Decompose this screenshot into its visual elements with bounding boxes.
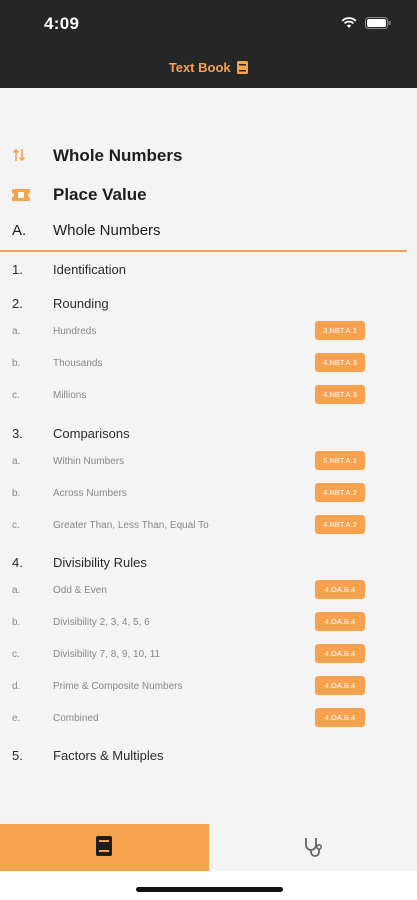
wifi-icon xyxy=(341,17,357,28)
sort-arrows-icon xyxy=(12,148,26,162)
item-label: Greater Than, Less Than, Equal To xyxy=(53,520,209,531)
status-time: 4:09 xyxy=(44,14,80,33)
list-item[interactable]: c. Greater Than, Less Than, Equal To 4.N… xyxy=(0,514,417,540)
item-label: Hundreds xyxy=(53,326,97,337)
header-place-value[interactable]: Place Value xyxy=(0,181,417,211)
item-label: Within Numbers xyxy=(53,456,125,467)
item-label: Identification xyxy=(53,262,126,277)
standard-badge[interactable]: 4.NBT.A.2 xyxy=(315,483,365,502)
item-number: 4. xyxy=(12,555,23,570)
item-label: Odd & Even xyxy=(53,585,107,596)
item-number: b. xyxy=(12,617,21,628)
list-item[interactable]: 1. Identification xyxy=(0,258,417,284)
list-item[interactable]: 2. Rounding xyxy=(0,292,417,318)
item-label: Comparisons xyxy=(53,426,130,441)
standard-badge[interactable]: 3.NBT.A.1 xyxy=(315,321,365,340)
battery-icon xyxy=(365,17,391,29)
standard-badge[interactable]: 4.NBT.A.2 xyxy=(315,515,365,534)
item-label: Thousands xyxy=(53,358,103,369)
list-item[interactable]: b. Thousands 4.NBT.A.3 xyxy=(0,352,417,378)
tab-textbook[interactable] xyxy=(0,824,209,871)
list-item[interactable]: a. Odd & Even 4.OA.B.4 xyxy=(0,579,417,605)
nav-title-text: Text Book xyxy=(168,60,231,75)
item-number: b. xyxy=(12,358,21,369)
list-item[interactable]: b. Divisibility 2, 3, 4, 5, 6 4.OA.B.4 xyxy=(0,611,417,637)
item-label: Across Numbers xyxy=(53,488,127,499)
item-number: 3. xyxy=(12,426,23,441)
item-number: d. xyxy=(12,681,21,692)
item-number: e. xyxy=(12,713,21,724)
section-letter: A. xyxy=(12,222,27,239)
content: Whole Numbers Place Value A. Whole Numbe… xyxy=(0,88,417,824)
ticket-icon xyxy=(12,189,30,201)
item-number: 2. xyxy=(12,296,23,311)
list-item[interactable]: 4. Divisibility Rules xyxy=(0,551,417,577)
tab-diagnostic[interactable] xyxy=(209,824,417,871)
list-item[interactable]: a. Hundreds 3.NBT.A.1 xyxy=(0,320,417,346)
item-number: 1. xyxy=(12,262,23,277)
list-item[interactable]: e. Combined 4.OA.B.4 xyxy=(0,707,417,733)
standard-badge[interactable]: 4.OA.B.4 xyxy=(315,644,365,663)
item-label: Rounding xyxy=(53,296,109,311)
standard-badge[interactable]: 4.NBT.A.3 xyxy=(315,385,365,404)
book-icon xyxy=(96,836,112,856)
item-label: Millions xyxy=(53,390,87,401)
nav-bar: Text Book xyxy=(0,48,417,88)
list-item[interactable]: c. Divisibility 7, 8, 9, 10, 11 4.OA.B.4 xyxy=(0,643,417,669)
header-label: Place Value xyxy=(53,185,147,204)
list-item[interactable]: 3. Comparisons xyxy=(0,422,417,448)
standard-badge[interactable]: 4.OA.B.4 xyxy=(315,676,365,695)
list-item[interactable]: a. Within Numbers 5.NBT.A.1 xyxy=(0,450,417,476)
item-number: c. xyxy=(12,649,20,660)
book-icon xyxy=(237,61,249,74)
list-item[interactable]: c. Millions 4.NBT.A.3 xyxy=(0,384,417,410)
item-number: b. xyxy=(12,488,21,499)
stethoscope-icon xyxy=(305,838,323,857)
item-number: 5. xyxy=(12,748,23,763)
standard-badge[interactable]: 4.NBT.A.3 xyxy=(315,353,365,372)
item-number: a. xyxy=(12,326,21,337)
item-label: Divisibility 2, 3, 4, 5, 6 xyxy=(53,617,150,628)
header-label: Whole Numbers xyxy=(53,146,183,165)
standard-badge[interactable]: 4.OA.B.4 xyxy=(315,708,365,727)
standard-badge[interactable]: 5.NBT.A.1 xyxy=(315,451,365,470)
item-label: Divisibility 7, 8, 9, 10, 11 xyxy=(53,649,161,660)
status-bar: 4:09 xyxy=(0,0,417,48)
item-number: c. xyxy=(12,520,20,531)
item-label: Combined xyxy=(53,713,99,724)
item-number: a. xyxy=(12,456,21,467)
section-header[interactable]: A. Whole Numbers xyxy=(0,220,407,252)
standard-badge[interactable]: 4.OA.B.4 xyxy=(315,612,365,631)
tab-bar xyxy=(0,824,417,871)
section-title: Whole Numbers xyxy=(53,222,161,239)
standard-badge[interactable]: 4.OA.B.4 xyxy=(315,580,365,599)
list-item[interactable]: b. Across Numbers 4.NBT.A.2 xyxy=(0,482,417,508)
item-label: Divisibility Rules xyxy=(53,555,147,570)
item-number: c. xyxy=(12,390,20,401)
item-label: Factors & Multiples xyxy=(53,748,164,763)
home-indicator-area xyxy=(0,871,417,900)
item-label: Prime & Composite Numbers xyxy=(53,681,183,692)
header-whole-numbers[interactable]: Whole Numbers xyxy=(0,142,417,172)
nav-title: Text Book xyxy=(0,60,417,75)
list-item[interactable]: 5. Factors & Multiples xyxy=(0,744,417,770)
item-number: a. xyxy=(12,585,21,596)
status-icons xyxy=(341,17,391,29)
home-indicator[interactable] xyxy=(136,887,283,892)
list-item[interactable]: d. Prime & Composite Numbers 4.OA.B.4 xyxy=(0,675,417,701)
